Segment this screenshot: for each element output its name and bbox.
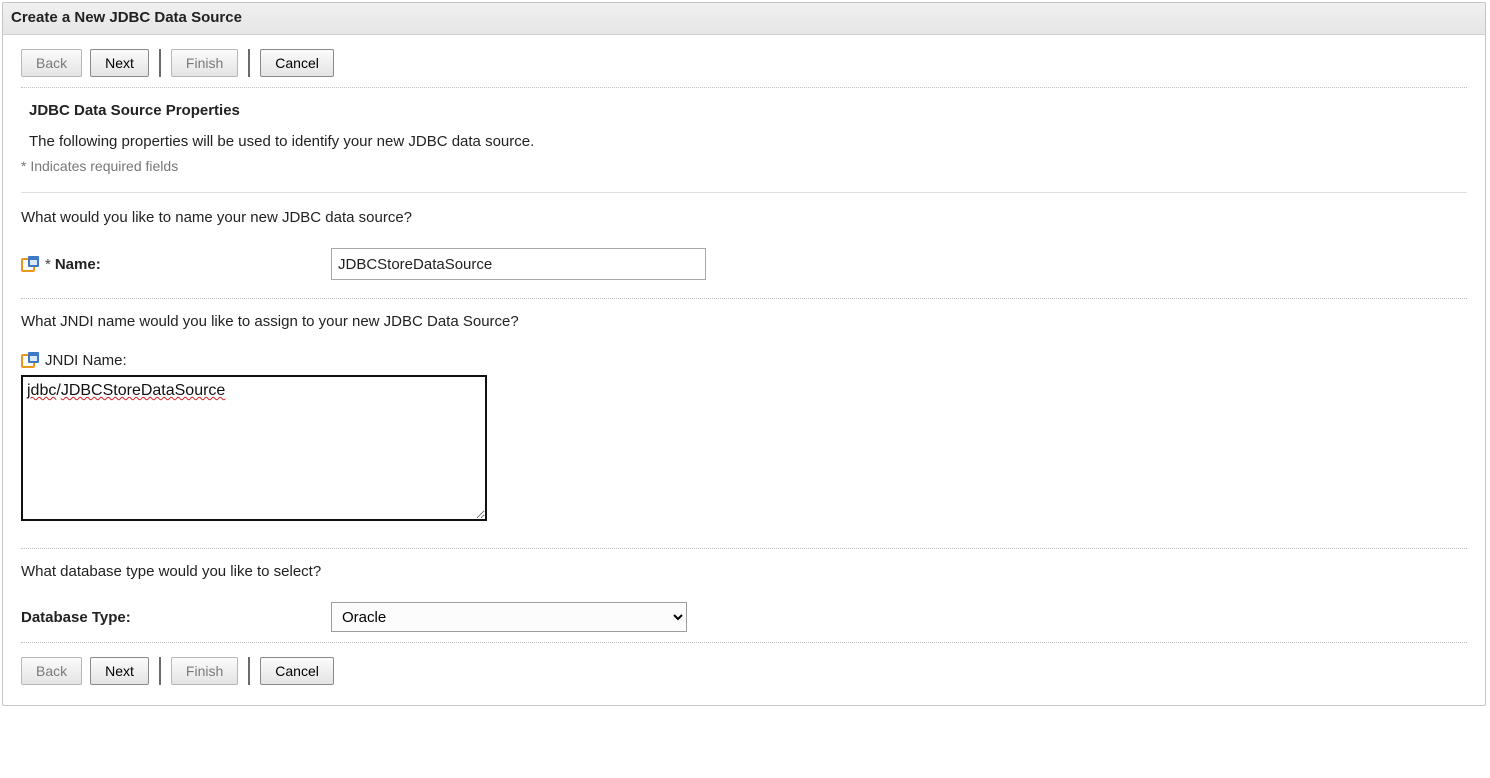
jndi-prompt: What JNDI name would you like to assign … xyxy=(21,313,1467,330)
dbtype-label-cell: Database Type: xyxy=(21,609,331,626)
cancel-button[interactable]: Cancel xyxy=(260,657,334,685)
back-button[interactable]: Back xyxy=(21,49,82,77)
dbtype-label: Database Type: xyxy=(21,609,131,626)
divider xyxy=(21,548,1467,549)
divider xyxy=(21,298,1467,299)
name-field-row: * Name: xyxy=(21,248,1467,280)
jndi-field-group: JNDI Name: jdbc/JDBCStoreDataSource xyxy=(21,352,1467,524)
back-button[interactable]: Back xyxy=(21,657,82,685)
name-prompt: What would you like to name your new JDB… xyxy=(21,209,1467,226)
divider xyxy=(21,642,1467,643)
finish-button[interactable]: Finish xyxy=(171,49,238,77)
help-icon[interactable] xyxy=(21,256,39,273)
finish-button[interactable]: Finish xyxy=(171,657,238,685)
jndi-textarea-wrap: jdbc/JDBCStoreDataSource xyxy=(21,375,487,524)
divider xyxy=(21,87,1467,88)
page-title: Create a New JDBC Data Source xyxy=(3,3,1485,35)
name-input[interactable] xyxy=(331,248,706,280)
dbtype-prompt: What database type would you like to sel… xyxy=(21,563,1467,580)
jndi-label-line: JNDI Name: xyxy=(21,352,1467,369)
wizard-buttons-top: Back Next Finish Cancel xyxy=(21,49,1467,77)
help-icon[interactable] xyxy=(21,352,39,369)
button-separator xyxy=(159,49,161,77)
dbtype-select[interactable]: Oracle xyxy=(331,602,687,632)
jndi-label: JNDI Name: xyxy=(45,352,127,369)
cancel-button[interactable]: Cancel xyxy=(260,49,334,77)
wizard-content: Back Next Finish Cancel JDBC Data Source… xyxy=(3,35,1485,705)
divider xyxy=(21,192,1467,193)
required-star: * xyxy=(45,256,51,273)
button-separator xyxy=(159,657,161,685)
required-fields-hint: * Indicates required fields xyxy=(21,158,1467,174)
button-separator xyxy=(248,657,250,685)
name-label: Name: xyxy=(55,256,101,273)
next-button[interactable]: Next xyxy=(90,657,149,685)
button-separator xyxy=(248,49,250,77)
wizard-panel: Create a New JDBC Data Source Back Next … xyxy=(2,2,1486,706)
section-intro: The following properties will be used to… xyxy=(29,133,1467,150)
wizard-buttons-bottom: Back Next Finish Cancel xyxy=(21,657,1467,685)
dbtype-field-row: Database Type: Oracle xyxy=(21,602,1467,632)
section-heading: JDBC Data Source Properties xyxy=(29,102,1467,119)
name-label-cell: * Name: xyxy=(21,256,331,273)
next-button[interactable]: Next xyxy=(90,49,149,77)
jndi-textarea[interactable] xyxy=(21,375,487,521)
